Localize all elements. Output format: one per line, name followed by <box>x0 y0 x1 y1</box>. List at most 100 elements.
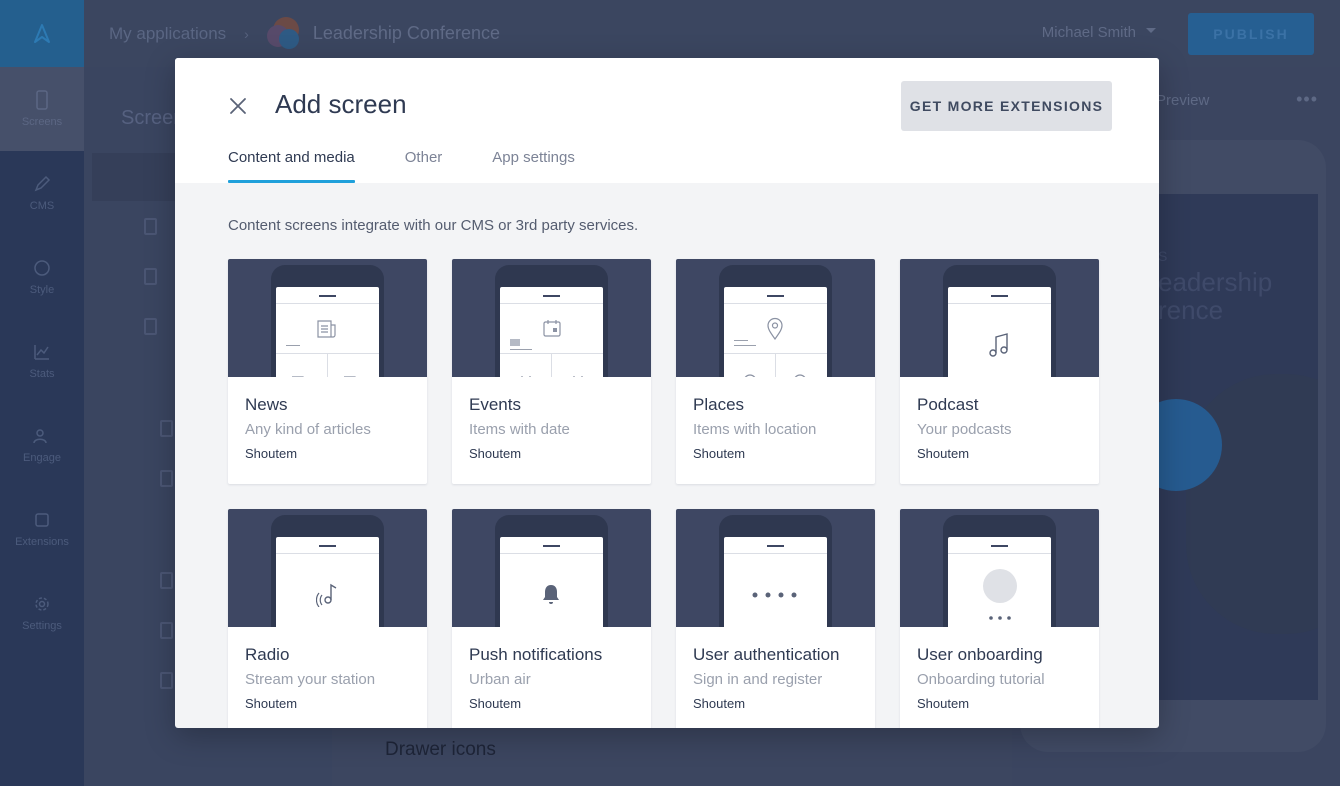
intro-text: Content screens integrate with our CMS o… <box>228 217 639 234</box>
card-subtitle: Items with date <box>469 421 570 438</box>
tab-content-and-media[interactable]: Content and media <box>228 149 355 183</box>
card-thumbnail <box>900 259 1099 377</box>
play-logo-icon <box>34 23 50 43</box>
music-note-icon <box>989 333 1008 357</box>
card-push-notifications[interactable]: Push notifications Urban air Shoutem <box>452 509 651 728</box>
phone-icon <box>36 90 48 110</box>
nav-label: CMS <box>29 200 55 212</box>
tab-other[interactable]: Other <box>405 149 443 182</box>
card-news[interactable]: News Any kind of articles Shoutem <box>228 259 427 484</box>
palette-icon <box>34 260 50 276</box>
nav-settings[interactable]: Settings <box>0 571 84 655</box>
password-dots-icon <box>752 592 797 598</box>
nav-label: Stats <box>29 368 55 380</box>
nav-extensions[interactable]: Extensions <box>0 487 84 571</box>
card-thumbnail <box>452 509 651 627</box>
location-pin-icon <box>767 317 783 341</box>
card-author: Shoutem <box>245 446 298 461</box>
modal-header: Add screen GET MORE EXTENSIONS Content a… <box>175 58 1159 183</box>
card-radio[interactable]: Radio Stream your station Shoutem <box>228 509 427 728</box>
card-title: Events <box>469 395 521 414</box>
nav-label: Engage <box>23 452 61 464</box>
card-author: Shoutem <box>245 696 298 711</box>
card-events[interactable]: Events Items with date Shoutem <box>452 259 651 484</box>
pencil-icon <box>34 175 51 192</box>
people-icon <box>33 429 47 444</box>
close-icon[interactable] <box>227 95 249 117</box>
card-title: Radio <box>245 645 290 664</box>
card-title: News <box>245 395 288 414</box>
radio-icon <box>316 583 337 607</box>
shoutem-logo[interactable] <box>0 0 84 67</box>
preview-text: S <box>1158 248 1168 264</box>
left-nav-rail: Screens CMS Style Stats Engage Extension… <box>0 0 84 786</box>
chevron-right-icon: › <box>244 25 249 42</box>
app-logo <box>266 16 301 51</box>
modal-tabs: Content and media Other App settings <box>228 149 625 183</box>
card-author: Shoutem <box>917 696 970 711</box>
nav-screens[interactable]: Screens <box>0 67 84 151</box>
article-icon <box>317 320 336 338</box>
card-subtitle: Your podcasts <box>917 421 1012 438</box>
preview-label: Preview <box>1156 92 1210 109</box>
drawer-icons-heading: Drawer icons <box>385 739 496 760</box>
card-title: Places <box>693 395 745 414</box>
onboarding-avatar-icon <box>983 569 1017 620</box>
bell-icon <box>543 585 559 604</box>
nav-label: Style <box>29 284 55 296</box>
nav-label: Screens <box>21 116 63 128</box>
nav-stats[interactable]: Stats <box>0 319 84 403</box>
card-author: Shoutem <box>693 696 746 711</box>
card-title: Podcast <box>917 395 979 414</box>
card-title: User onboarding <box>917 645 1043 664</box>
screen-icon <box>160 470 173 487</box>
card-thumbnail <box>900 509 1099 627</box>
card-user-onboarding[interactable]: User onboarding Onboarding tutorial Shou… <box>900 509 1099 728</box>
nav-style[interactable]: Style <box>0 235 84 319</box>
card-subtitle: Onboarding tutorial <box>917 671 1045 688</box>
card-author: Shoutem <box>693 446 746 461</box>
screen-icon <box>160 420 173 437</box>
screen-icon <box>144 318 157 335</box>
calendar-icon <box>543 320 561 337</box>
modal-title: Add screen <box>275 89 407 119</box>
tab-app-settings[interactable]: App settings <box>492 149 575 182</box>
gear-icon <box>35 597 49 611</box>
screen-icon <box>160 622 173 639</box>
app-name: Leadership Conference <box>312 23 500 43</box>
card-thumbnail <box>452 259 651 377</box>
card-author: Shoutem <box>469 696 522 711</box>
card-thumbnail <box>676 509 875 627</box>
card-subtitle: Urban air <box>469 671 531 688</box>
card-thumbnail <box>228 259 427 377</box>
nav-engage[interactable]: Engage <box>0 403 84 487</box>
card-author: Shoutem <box>917 446 970 461</box>
get-more-extensions-button[interactable]: GET MORE EXTENSIONS <box>901 81 1112 131</box>
user-menu[interactable]: Michael Smith <box>1042 24 1156 41</box>
publish-button[interactable]: PUBLISH <box>1188 13 1314 55</box>
card-subtitle: Any kind of articles <box>245 421 371 438</box>
card-author: Shoutem <box>469 446 522 461</box>
add-screen-modal: Add screen GET MORE EXTENSIONS Content a… <box>175 58 1159 728</box>
more-options-icon[interactable]: ••• <box>1296 89 1318 110</box>
screen-icon <box>160 672 173 689</box>
screen-icon <box>144 218 157 235</box>
card-podcast[interactable]: Podcast Your podcasts Shoutem <box>900 259 1099 484</box>
puzzle-icon <box>35 513 49 527</box>
card-subtitle: Stream your station <box>245 671 376 688</box>
card-title: User authentication <box>693 645 840 664</box>
preview-text: eadership <box>1158 267 1273 297</box>
chart-icon <box>34 345 49 360</box>
card-thumbnail <box>676 259 875 377</box>
breadcrumb-my-applications[interactable]: My applications <box>109 24 226 44</box>
nav-label: Settings <box>22 620 62 632</box>
card-subtitle: Sign in and register <box>693 671 823 688</box>
preview-text: rence <box>1158 295 1224 325</box>
card-user-authentication[interactable]: User authentication Sign in and register… <box>676 509 875 728</box>
card-thumbnail <box>228 509 427 627</box>
card-title: Push notifications <box>469 645 603 664</box>
nav-cms[interactable]: CMS <box>0 151 84 235</box>
screen-icon <box>160 572 173 589</box>
screen-icon <box>144 268 157 285</box>
card-places[interactable]: Places Items with location Shoutem <box>676 259 875 484</box>
